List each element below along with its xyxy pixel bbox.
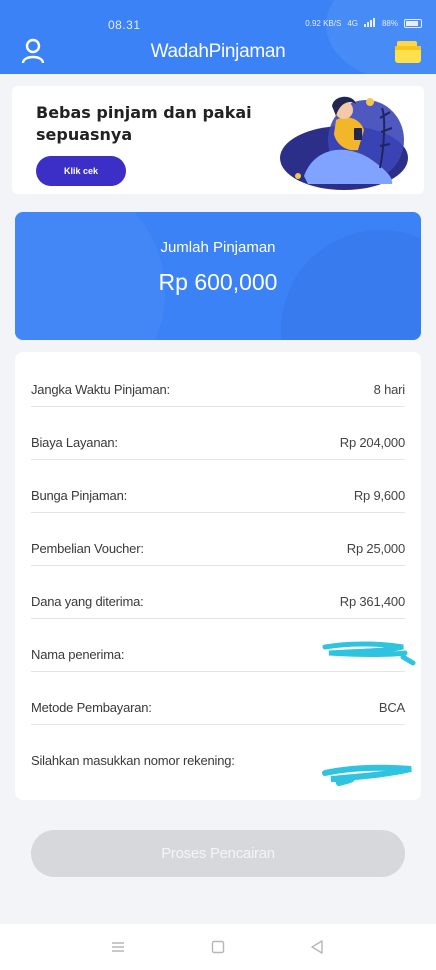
detail-row-loan-term: Jangka Waktu Pinjaman: 8 hari — [31, 354, 405, 407]
detail-value: BCA — [378, 700, 405, 715]
detail-row-account-number[interactable]: Silahkan masukkan nomor rekening: — [31, 725, 412, 786]
loan-amount-card: Jumlah Pinjaman Rp 600,000 — [15, 212, 421, 340]
back-icon[interactable] — [308, 938, 326, 956]
detail-row-voucher: Pembelian Voucher: Rp 25,000 — [31, 513, 405, 566]
system-navigation-bar — [0, 924, 436, 970]
home-icon[interactable] — [209, 938, 227, 956]
process-disbursement-button[interactable]: Proses Pencairan — [31, 830, 405, 877]
detail-row-funds-received: Dana yang diterima: Rp 361,400 — [31, 566, 405, 619]
detail-label: Silahkan masukkan nomor rekening: — [31, 753, 235, 768]
net-speed: 0.92 KB/S — [305, 19, 342, 28]
redaction-scribble — [322, 764, 412, 786]
network-type: 4G — [347, 19, 358, 28]
detail-row-interest: Bunga Pinjaman: Rp 9,600 — [31, 460, 405, 513]
detail-label: Metode Pembayaran: — [31, 700, 152, 715]
detail-row-payment-method: Metode Pembayaran: BCA — [31, 672, 405, 725]
woman-with-phone-illustration — [280, 96, 408, 190]
loan-details-card: Jangka Waktu Pinjaman: 8 hari Biaya Laya… — [15, 352, 421, 800]
battery-icon — [404, 19, 422, 28]
detail-label: Jangka Waktu Pinjaman: — [31, 382, 170, 397]
signal-icon — [363, 18, 376, 29]
detail-value: Rp 9,600 — [353, 488, 405, 503]
wallet-button[interactable] — [394, 38, 422, 64]
detail-value: Rp 25,000 — [346, 541, 405, 556]
detail-value: Rp 204,000 — [339, 435, 405, 450]
detail-row-service-fee: Biaya Layanan: Rp 204,000 — [31, 407, 405, 460]
detail-value: 8 hari — [373, 382, 406, 397]
detail-label: Dana yang diterima: — [31, 594, 144, 609]
banner-title: Bebas pinjam dan pakai sepuasnya — [36, 103, 252, 144]
battery-percent: 88% — [381, 19, 398, 28]
loan-amount-value: Rp 600,000 — [158, 269, 278, 295]
wallet-icon — [395, 41, 421, 63]
detail-label: Nama penerima: — [31, 647, 125, 662]
promo-banner[interactable]: Bebas pinjam dan pakai sepuasnya Klik ce… — [12, 86, 424, 194]
status-time: 08.31 — [108, 18, 141, 32]
redaction-scribble — [322, 641, 416, 666]
detail-label: Biaya Layanan: — [31, 435, 118, 450]
detail-row-recipient-name: Nama penerima: — [31, 619, 416, 672]
app-header: 08.31 0.92 KB/S 4G 88% WadahPinjaman — [0, 0, 436, 74]
detail-label: Pembelian Voucher: — [31, 541, 144, 556]
app-title: WadahPinjaman — [150, 41, 286, 62]
banner-check-button[interactable]: Klik cek — [36, 156, 126, 186]
detail-value: Rp 361,400 — [339, 594, 405, 609]
menu-icon[interactable] — [109, 938, 127, 956]
detail-label: Bunga Pinjaman: — [31, 488, 128, 503]
loan-amount-label: Jumlah Pinjaman — [160, 239, 276, 256]
status-icons: 0.92 KB/S 4G 88% — [305, 18, 422, 29]
